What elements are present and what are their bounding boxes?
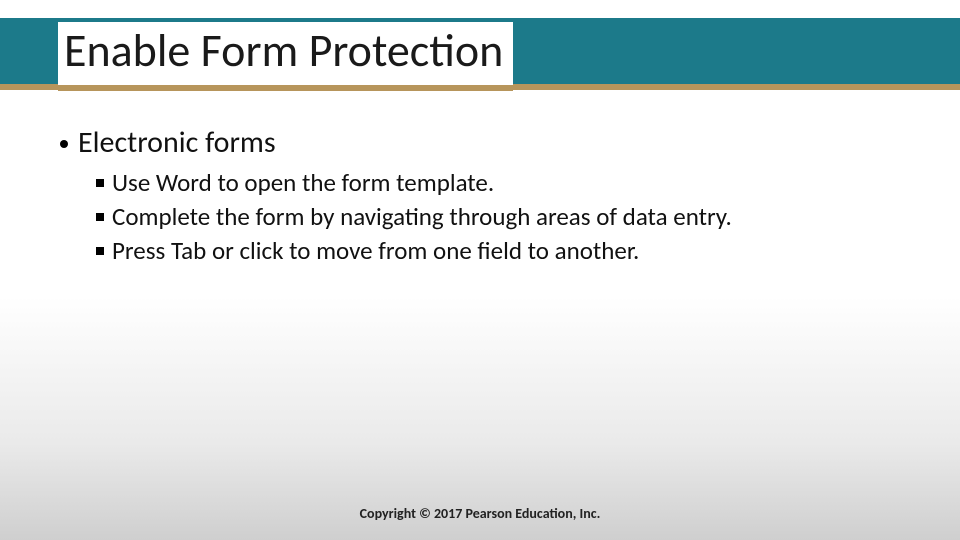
bullet-level2: Complete the form by navigating through … xyxy=(96,201,920,233)
bullet-level2: Press Tab or click to move from one fiel… xyxy=(96,235,920,267)
bullet-level2: Use Word to open the form template. xyxy=(96,167,920,199)
copyright-footer: Copyright © 2017 Pearson Education, Inc. xyxy=(0,505,960,522)
bullet-square-icon xyxy=(96,247,104,255)
bullet-level2-text: Complete the form by navigating through … xyxy=(112,201,732,233)
slide-title: Enable Form Protection xyxy=(58,22,513,91)
bullet-level2-text: Use Word to open the form template. xyxy=(112,167,494,199)
bullet-level1-text: Electronic forms xyxy=(78,124,276,161)
bullet-square-icon xyxy=(96,179,104,187)
bullet-level2-text: Press Tab or click to move from one fiel… xyxy=(112,235,639,267)
slide-content: Electronic forms Use Word to open the fo… xyxy=(60,124,920,269)
bullet-level1: Electronic forms xyxy=(60,124,920,161)
bullet-dot-icon xyxy=(60,140,68,148)
bullet-square-icon xyxy=(96,213,104,221)
